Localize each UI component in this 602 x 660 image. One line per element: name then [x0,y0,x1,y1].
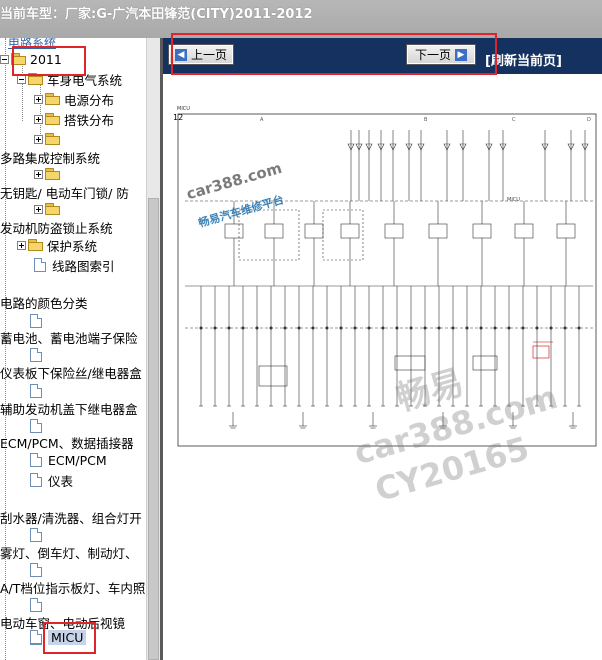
tree-node-at-indicator[interactable]: A/T档位指示板灯、车内照 [0,577,145,597]
collapse-icon[interactable] [0,54,9,64]
tree-node-relay-box[interactable]: 辅助发动机盖下继电器盒 [0,398,138,418]
tree-node-immobilizer[interactable]: 发动机防盗锁止系统 [0,217,113,237]
content-panel: ◀ 上一页 下一页 ▶ [刷新当前页] MICU 12 A B C D MICU… [163,38,602,660]
document-icon [30,598,42,612]
column-label-c: C [512,117,516,123]
expand-icon[interactable] [34,169,43,179]
tree-node-wiring-index[interactable]: 线路图索引 [34,255,115,275]
tree-panel: 电路系统 2011 车身电气系统 电源分布 搭铁分布 多路集成控制系统 无钥匙/… [0,38,146,660]
tree-scrollbar[interactable] [146,38,161,660]
folder-icon [45,133,61,145]
tree-node-ground-distribution[interactable]: 搭铁分布 [34,109,114,129]
collapse-icon[interactable] [17,74,26,84]
expand-icon[interactable] [34,204,43,214]
tree-node-child[interactable] [34,164,64,184]
expand-icon[interactable] [34,134,43,144]
folder-icon [45,113,61,125]
arrow-left-icon: ◀ [174,48,187,61]
tree-node-power-distribution[interactable]: 电源分布 [34,89,114,109]
column-label-b: B [424,117,428,123]
document-icon [30,314,42,328]
document-icon [30,528,42,542]
document-icon [34,258,46,272]
tree-node-ecm-pcm[interactable]: ECM/PCM [30,450,107,470]
tree-node-dash-fuse-box[interactable]: 仪表板下保险丝/继电器盒 [0,362,142,382]
arrow-right-icon: ▶ [455,48,467,61]
tree-node-child[interactable] [34,199,64,219]
refresh-page-link[interactable]: [刷新当前页] [485,50,562,69]
document-icon [30,384,42,398]
folder-icon [45,168,61,180]
expand-icon[interactable] [34,114,43,124]
tree-node-2011[interactable]: 2011 [0,49,62,69]
micu-box-label: MICU [507,197,520,203]
document-icon [30,563,42,577]
folder-open-icon [28,73,44,85]
tree-node-lights[interactable]: 雾灯、倒车灯、制动灯、 [0,542,138,562]
folder-icon [28,239,44,251]
tree-node-protection[interactable]: 保护系统 [17,235,97,255]
current-vehicle-label: 当前车型：厂家:G-广汽本田锋范(CITY)2011-2012 [0,7,313,22]
tree-node-body-electrical[interactable]: 车身电气系统 [17,69,122,89]
tree-node-keyless[interactable]: 无钥匙/ 电动车门锁/ 防 [0,182,129,202]
tree-node-battery[interactable]: 蓄电池、蓄电池端子保险 [0,327,138,347]
column-label-d: D [587,117,591,123]
tree-node-wire-colors[interactable]: 电路的颜色分类 [0,292,88,312]
folder-open-icon [11,53,27,65]
tree-node-micu[interactable]: MICU [30,627,87,647]
document-icon [30,419,42,433]
tree-node-folder[interactable] [34,129,64,149]
diagram-page-number: 12 [173,113,183,122]
tree-node-gauges[interactable]: 仪表 [30,470,73,490]
folder-icon [45,93,61,105]
folder-icon [45,203,61,215]
prev-page-button[interactable]: ◀ 上一页 [168,44,234,65]
tree-node-ecm-pcm-data[interactable]: ECM/PCM、数据插接器 [0,432,134,452]
page-nav-bar: ◀ 上一页 下一页 ▶ [刷新当前页] [163,38,602,74]
document-icon [30,348,42,362]
next-page-button[interactable]: 下一页 ▶ [406,44,476,65]
document-icon [30,473,42,487]
title-bar: 当前车型：厂家:G-广汽本田锋范(CITY)2011-2012 [0,0,602,39]
document-icon [30,453,42,467]
diagram-unit-tag: MICU [177,106,190,112]
tree-node-wiper[interactable]: 刮水器/清洗器、组合灯开 [0,507,142,527]
expand-icon[interactable] [17,240,26,250]
expand-icon[interactable] [34,94,43,104]
column-label-a: A [260,117,264,123]
document-icon [30,630,42,644]
scrollbar-thumb[interactable] [148,198,159,660]
